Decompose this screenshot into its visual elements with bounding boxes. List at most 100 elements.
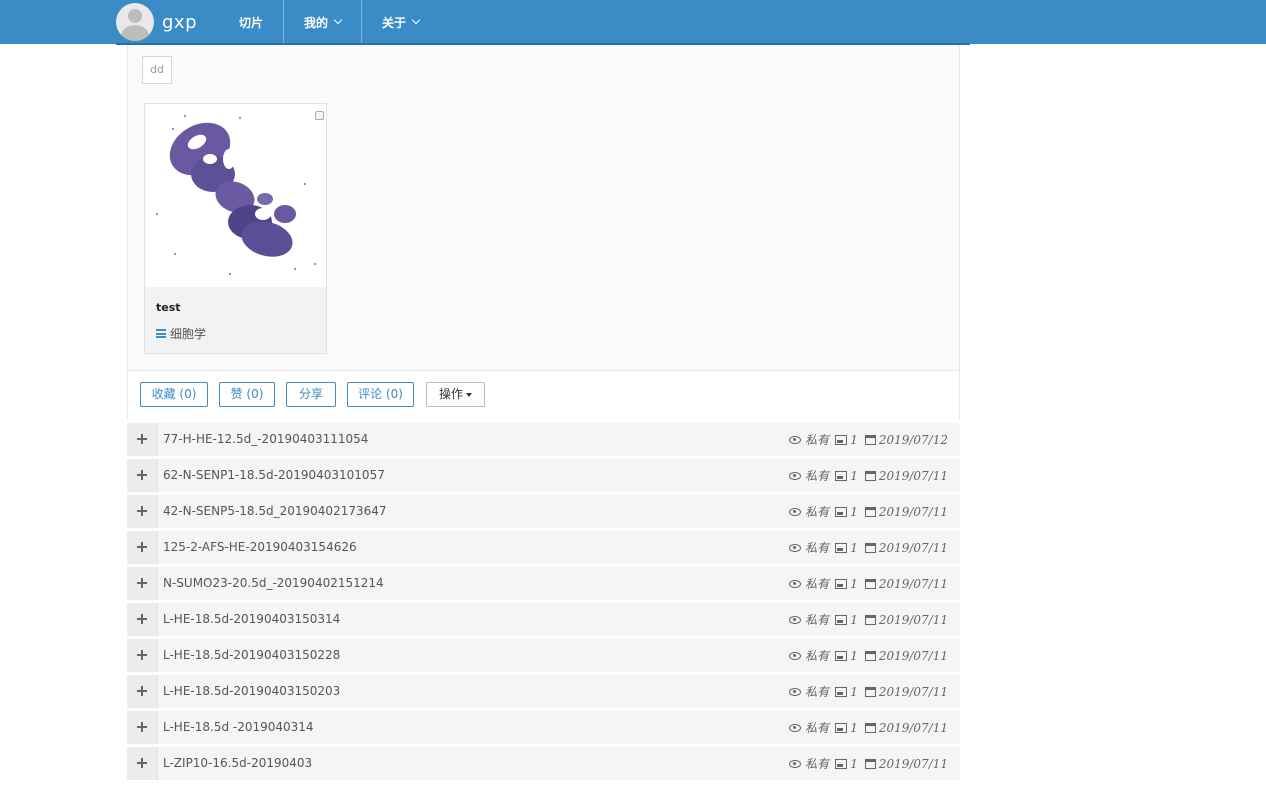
plus-icon bbox=[137, 506, 147, 516]
date-label: 2019/07/11 bbox=[878, 504, 948, 519]
calendar-icon bbox=[864, 506, 876, 517]
avatar[interactable] bbox=[116, 3, 154, 41]
expand-button[interactable] bbox=[127, 639, 158, 672]
image-icon bbox=[835, 722, 848, 733]
plus-icon bbox=[137, 650, 147, 660]
like-button[interactable]: 赞 (0) bbox=[219, 382, 275, 407]
list-item[interactable]: L-HE-18.5d-20190403150203 私有 1 2019/07/11 bbox=[127, 675, 960, 708]
calendar-icon bbox=[864, 650, 876, 661]
date-label: 2019/07/12 bbox=[878, 432, 948, 447]
image-icon bbox=[835, 434, 848, 445]
visibility-label: 私有 bbox=[805, 649, 830, 663]
slide-name[interactable]: L-HE-18.5d-20190403150203 bbox=[163, 675, 340, 708]
image-icon bbox=[835, 614, 848, 625]
plus-icon bbox=[137, 614, 147, 624]
list-item[interactable]: L-HE-18.5d-20190403150228 私有 1 2019/07/11 bbox=[127, 639, 960, 672]
share-button[interactable]: 分享 bbox=[286, 382, 336, 407]
visibility-label: 私有 bbox=[805, 721, 830, 735]
list-item[interactable]: 62-N-SENP1-18.5d-20190403101057 私有 1 2019/0… bbox=[127, 459, 960, 492]
list-icon bbox=[156, 329, 166, 338]
expand-button[interactable] bbox=[127, 603, 158, 636]
image-count: 1 bbox=[850, 540, 858, 555]
calendar-icon bbox=[864, 758, 876, 769]
expand-button[interactable] bbox=[127, 675, 158, 708]
top-navbar: gxp 切片 我的 关于 bbox=[0, 0, 1266, 45]
card-title[interactable]: test bbox=[156, 301, 181, 314]
brand-name[interactable]: gxp bbox=[162, 12, 197, 33]
nav-item-slices[interactable]: 切片 bbox=[219, 0, 283, 44]
slide-name[interactable]: 125-2-AFS-HE-20190403154626 bbox=[163, 531, 357, 564]
image-count: 1 bbox=[850, 756, 858, 771]
slide-meta: 私有 1 2019/07/11 bbox=[789, 567, 948, 600]
expand-button[interactable] bbox=[127, 567, 158, 600]
plus-icon bbox=[137, 758, 147, 768]
slide-name[interactable]: 77-H-HE-12.5d_-20190403111054 bbox=[163, 423, 368, 456]
list-item[interactable]: 77-H-HE-12.5d_-20190403111054 私有 1 2019/07/… bbox=[127, 423, 960, 456]
card-category-label: 细胞学 bbox=[170, 327, 207, 341]
list-item[interactable]: N-SUMO23-20.5d_-20190402151214 私有 1 2019/07… bbox=[127, 567, 960, 600]
expand-button[interactable] bbox=[127, 423, 158, 456]
expand-button[interactable] bbox=[127, 495, 158, 528]
image-count: 1 bbox=[850, 648, 858, 663]
visibility-label: 私有 bbox=[805, 685, 830, 699]
slide-name[interactable]: L-ZIP10-16.5d-20190403 bbox=[163, 747, 312, 780]
nav-item-about[interactable]: 关于 bbox=[361, 0, 439, 44]
slide-meta: 私有 1 2019/07/11 bbox=[789, 603, 948, 636]
calendar-icon bbox=[864, 434, 876, 445]
nav-item-mine[interactable]: 我的 bbox=[283, 0, 361, 44]
slide-meta: 私有 1 2019/07/11 bbox=[789, 531, 948, 564]
slide-card[interactable]: test 细胞学 bbox=[144, 103, 327, 354]
list-item[interactable]: L-HE-18.5d-20190403150314 私有 1 2019/07/11 bbox=[127, 603, 960, 636]
expand-button[interactable] bbox=[127, 711, 158, 744]
slide-name[interactable]: 42-N-SENP5-18.5d_20190402173647 bbox=[163, 495, 387, 528]
brand[interactable]: gxp bbox=[116, 0, 219, 44]
comment-button[interactable]: 评论 (0) bbox=[347, 382, 414, 407]
select-checkbox[interactable] bbox=[315, 111, 324, 120]
image-count: 1 bbox=[850, 468, 858, 483]
list-item[interactable]: L-ZIP10-16.5d-20190403 私有 1 2019/07/11 bbox=[127, 747, 960, 780]
eye-icon bbox=[789, 687, 802, 696]
expand-button[interactable] bbox=[127, 747, 158, 780]
calendar-icon bbox=[864, 470, 876, 481]
image-icon bbox=[835, 542, 848, 553]
eye-icon bbox=[789, 507, 802, 516]
image-icon bbox=[835, 506, 848, 517]
nav-item-slices-label: 切片 bbox=[239, 15, 264, 30]
list-item[interactable]: 125-2-AFS-HE-20190403154626 私有 1 2019/07/11 bbox=[127, 531, 960, 564]
calendar-icon bbox=[864, 686, 876, 697]
slide-meta: 私有 1 2019/07/11 bbox=[789, 459, 948, 492]
image-icon bbox=[835, 578, 848, 589]
chevron-down-icon bbox=[333, 15, 343, 25]
image-icon bbox=[835, 758, 848, 769]
list-item[interactable]: L-HE-18.5d -2019040314 私有 1 2019/07/11 bbox=[127, 711, 960, 744]
expand-button[interactable] bbox=[127, 531, 158, 564]
expand-button[interactable] bbox=[127, 459, 158, 492]
visibility-label: 私有 bbox=[805, 541, 830, 555]
visibility-label: 私有 bbox=[805, 433, 830, 447]
visibility-label: 私有 bbox=[805, 577, 830, 591]
favorite-button[interactable]: 收藏 (0) bbox=[140, 382, 208, 407]
image-icon bbox=[835, 470, 848, 481]
image-count: 1 bbox=[850, 504, 858, 519]
nav-inner: gxp 切片 我的 关于 bbox=[116, 0, 439, 44]
image-icon bbox=[835, 650, 848, 661]
date-label: 2019/07/11 bbox=[878, 684, 948, 699]
slide-meta: 私有 1 2019/07/11 bbox=[789, 675, 948, 708]
list-item[interactable]: 42-N-SENP5-18.5d_20190402173647 私有 1 2019/0… bbox=[127, 495, 960, 528]
slide-name[interactable]: L-HE-18.5d-20190403150228 bbox=[163, 639, 340, 672]
date-label: 2019/07/11 bbox=[878, 468, 948, 483]
plus-icon bbox=[137, 578, 147, 588]
tissue-slide-image bbox=[156, 115, 316, 275]
eye-icon bbox=[789, 759, 802, 768]
slide-name[interactable]: L-HE-18.5d-20190403150314 bbox=[163, 603, 340, 636]
slide-name[interactable]: N-SUMO23-20.5d_-20190402151214 bbox=[163, 567, 384, 600]
slide-name[interactable]: 62-N-SENP1-18.5d-20190403101057 bbox=[163, 459, 385, 492]
caret-down-icon bbox=[466, 392, 472, 397]
eye-icon bbox=[789, 471, 802, 480]
eye-icon bbox=[789, 579, 802, 588]
slide-name[interactable]: L-HE-18.5d -2019040314 bbox=[163, 711, 314, 744]
visibility-label: 私有 bbox=[805, 505, 830, 519]
slide-thumbnail[interactable] bbox=[145, 104, 326, 287]
tag-chip[interactable]: dd bbox=[142, 56, 172, 84]
operations-dropdown[interactable]: 操作 bbox=[426, 382, 485, 407]
